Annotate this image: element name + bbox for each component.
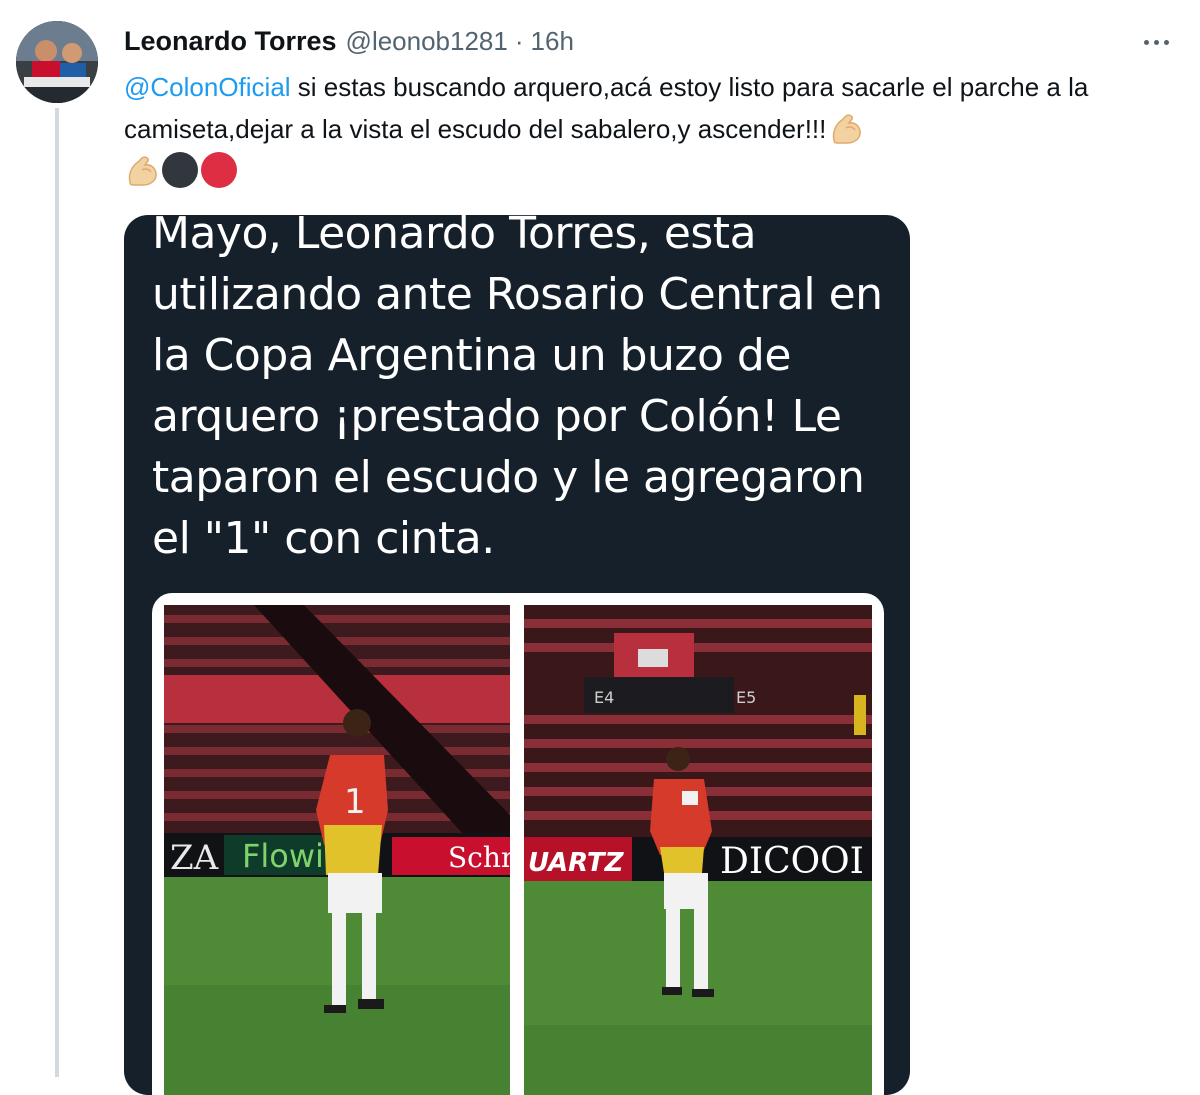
author-handle[interactable]: @leonob1281 — [346, 26, 508, 57]
header-separator: · — [514, 25, 524, 56]
flexed-biceps-icon — [833, 114, 862, 144]
author-name[interactable]: Leonardo Torres — [124, 26, 337, 57]
photo-collage: ZA Flowi Schneid 1 — [152, 593, 884, 1095]
more-dot-icon — [1163, 39, 1169, 45]
tweet-header: Leonardo Torres @leonob1281 · 16h — [124, 24, 574, 58]
tweet-text: @ColonOficial si estas buscando arquero,… — [124, 66, 1184, 192]
media-caption-text: Mayo, Leonardo Torres, esta utilizando a… — [152, 215, 883, 564]
seat-marker-e5-label: E5 — [736, 688, 756, 707]
quoted-media-card[interactable]: Mayo, Leonardo Torres, esta utilizando a… — [124, 215, 910, 1095]
more-dot-icon — [1143, 39, 1149, 45]
more-options-button[interactable] — [1128, 24, 1184, 60]
shirt-number-label: 1 — [344, 782, 366, 822]
black-circle-icon — [162, 152, 198, 189]
banner-schneid-label: Schneid — [448, 841, 510, 874]
banner-za-label: ZA — [170, 838, 219, 878]
thread-connector-line — [55, 108, 59, 1077]
red-circle-icon — [201, 152, 237, 189]
goalkeeper-photo-left[interactable]: ZA Flowi Schneid 1 — [164, 605, 510, 1095]
banner-flowi-label: Flowi — [242, 837, 324, 875]
seat-marker-e4-label: E4 — [594, 688, 614, 707]
goalkeeper-photo-right[interactable]: E4 E5 UARTZ DICOOI — [524, 605, 872, 1095]
flexed-biceps-icon — [128, 156, 157, 186]
banner-uartz-label: UARTZ — [528, 848, 625, 878]
banner-dicooi-label: DICOOI — [720, 841, 864, 882]
more-dot-icon — [1153, 39, 1159, 45]
avatar[interactable] — [16, 21, 98, 103]
mention-link[interactable]: @ColonOficial — [124, 72, 291, 102]
tweet-timestamp[interactable]: 16h — [531, 26, 574, 57]
